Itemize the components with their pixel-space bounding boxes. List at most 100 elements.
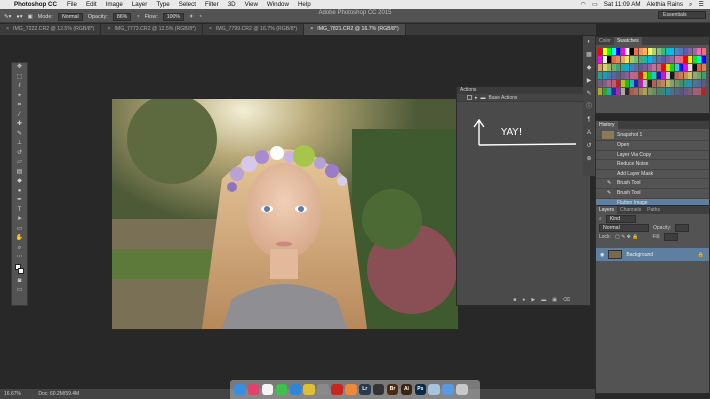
tab-layers[interactable]: Layers <box>596 206 618 214</box>
gradient-tool-icon[interactable]: ▤ <box>12 168 27 178</box>
brush-preset-icon[interactable]: ●▾ <box>16 14 22 20</box>
swatch[interactable] <box>652 48 656 55</box>
swatch[interactable] <box>701 88 706 95</box>
swatch[interactable] <box>670 64 674 71</box>
swatch[interactable] <box>629 56 634 63</box>
swatch[interactable] <box>656 56 661 63</box>
swatch[interactable] <box>652 64 656 71</box>
battery-icon[interactable]: ▭ <box>592 1 598 8</box>
path-select-tool-icon[interactable]: ➤ <box>12 215 27 225</box>
swatch[interactable] <box>620 88 625 95</box>
action-set-row[interactable]: ▸ ▬ Base Actions <box>457 94 590 102</box>
document-canvas[interactable] <box>112 99 458 329</box>
wifi-icon[interactable]: ◠ <box>581 1 586 8</box>
facetime-icon[interactable] <box>275 383 288 396</box>
itunes-icon[interactable] <box>247 383 260 396</box>
swatch[interactable] <box>611 64 616 71</box>
photoshop-icon[interactable]: Ps <box>414 383 427 396</box>
history-brush-tool-icon[interactable]: ↺ <box>12 149 27 159</box>
swatch[interactable] <box>634 48 638 55</box>
swatch[interactable] <box>652 56 656 63</box>
delete-icon[interactable]: ⌫ <box>563 297 570 303</box>
swatch[interactable] <box>634 88 638 95</box>
swatch[interactable] <box>670 80 674 87</box>
clone-stamp-tool-icon[interactable]: ⊥ <box>12 139 27 149</box>
swatch[interactable] <box>620 80 625 87</box>
swatch[interactable] <box>634 80 638 87</box>
info-icon[interactable]: ⓘ <box>583 101 595 114</box>
close-icon[interactable]: × <box>107 24 110 35</box>
swatch[interactable] <box>670 56 674 63</box>
swatch[interactable] <box>661 48 665 55</box>
swatch[interactable] <box>701 80 706 87</box>
swatch[interactable] <box>661 72 665 79</box>
swatch[interactable] <box>638 56 643 63</box>
menu-help[interactable]: Help <box>298 1 311 8</box>
swatch[interactable] <box>643 80 647 87</box>
swatch[interactable] <box>683 56 688 63</box>
swatch[interactable] <box>697 88 701 95</box>
close-icon[interactable]: × <box>310 24 313 35</box>
dodge-tool-icon[interactable]: ● <box>12 187 27 197</box>
swatch[interactable] <box>688 56 692 63</box>
swatch[interactable] <box>625 80 629 87</box>
menu-layer[interactable]: Layer <box>132 1 147 8</box>
swatch[interactable] <box>674 64 679 71</box>
record-icon[interactable]: ● <box>522 297 525 303</box>
blur-tool-icon[interactable]: ◆ <box>12 177 27 187</box>
shape-tool-icon[interactable]: ▭ <box>12 225 27 235</box>
mode-select[interactable]: Normal <box>57 13 83 21</box>
swatch[interactable] <box>598 64 602 71</box>
expand-arrow-icon[interactable]: ▸ <box>475 95 478 101</box>
filter-kind-select[interactable]: Kind <box>605 214 636 223</box>
move-tool-icon[interactable]: ✥ <box>12 63 27 73</box>
paragraph-icon[interactable]: ¶ <box>583 114 595 127</box>
history-snapshot[interactable]: Snapshot 1 <box>596 129 709 141</box>
swatch[interactable] <box>697 80 701 87</box>
safari-icon[interactable] <box>289 383 302 396</box>
swatch[interactable] <box>602 56 607 63</box>
swatch[interactable] <box>656 88 661 95</box>
swatch[interactable] <box>679 88 683 95</box>
swatch[interactable] <box>616 64 620 71</box>
swatch[interactable] <box>679 80 683 87</box>
swatch[interactable] <box>629 48 634 55</box>
type-tool-icon[interactable]: T <box>12 206 27 216</box>
swatch[interactable] <box>643 48 647 55</box>
properties-icon[interactable]: ◆ <box>583 62 595 75</box>
swatch[interactable] <box>701 72 706 79</box>
history-step[interactable]: Layer Via Copy <box>596 151 709 161</box>
swatch[interactable] <box>661 64 665 71</box>
color-swatches-icon[interactable] <box>12 263 27 277</box>
quick-mask-icon[interactable]: ◙ <box>12 277 27 287</box>
swatch[interactable] <box>647 56 652 63</box>
opacity-field[interactable]: 86% <box>112 13 132 21</box>
toggle-checkbox-icon[interactable] <box>467 95 472 100</box>
swatch-grid[interactable] <box>598 48 708 98</box>
clock[interactable]: Sat 11:09 AM <box>604 1 641 8</box>
new-set-icon[interactable]: ▬ <box>541 297 546 303</box>
play-icon[interactable]: ▶ <box>531 297 535 303</box>
swatch[interactable] <box>607 48 611 55</box>
preview-icon[interactable] <box>428 383 440 396</box>
search-icon[interactable]: ⌕ <box>689 1 692 9</box>
swatch[interactable] <box>674 88 679 95</box>
photos-icon[interactable] <box>345 383 357 396</box>
swatch[interactable] <box>688 88 692 95</box>
swatch[interactable] <box>683 64 688 71</box>
swatch[interactable] <box>692 48 697 55</box>
lasso-tool-icon[interactable]: ℓ <box>12 82 27 92</box>
tab-document-2[interactable]: × IMG_7773.CR2 @ 12.5% (RGB/8*) <box>101 24 203 35</box>
swatch[interactable] <box>638 88 643 95</box>
swatch[interactable] <box>697 72 701 79</box>
swatch[interactable] <box>674 80 679 87</box>
swatch[interactable] <box>616 88 620 95</box>
swatch[interactable] <box>647 72 652 79</box>
screen-mode-icon[interactable]: ▭ <box>12 286 27 296</box>
swatch[interactable] <box>598 72 602 79</box>
swatch[interactable] <box>661 88 665 95</box>
flow-field[interactable]: 100% <box>162 13 185 21</box>
swatch[interactable] <box>602 88 607 95</box>
list-icon[interactable]: ☰ <box>698 1 704 8</box>
history-step[interactable]: Open <box>596 141 709 151</box>
